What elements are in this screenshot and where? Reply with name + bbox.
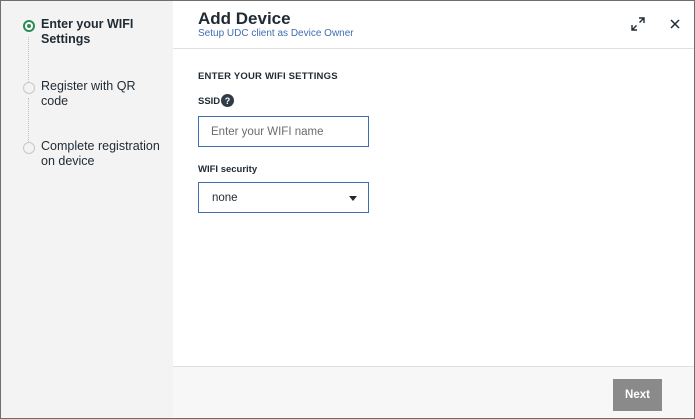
wifi-security-select[interactable]: none <box>198 182 369 213</box>
dialog-header: Add Device Setup UDC client as Device Ow… <box>173 1 694 49</box>
step-label: Complete registration on device <box>41 139 160 168</box>
step-connector <box>28 37 29 82</box>
caret-down-icon <box>349 196 357 201</box>
dialog-subtitle: Setup UDC client as Device Owner <box>198 28 354 39</box>
expand-icon <box>631 17 645 31</box>
pending-step-indicator-icon <box>23 82 35 94</box>
wifi-security-value: none <box>212 192 238 204</box>
wifi-security-label: WIFI security <box>198 164 258 175</box>
ssid-input[interactable] <box>198 116 369 147</box>
close-button[interactable] <box>666 15 684 33</box>
section-title: ENTER YOUR WIFI SETTINGS <box>198 71 338 82</box>
add-device-dialog: Enter your WIFI Settings Register with Q… <box>0 0 695 419</box>
help-icon[interactable]: ? <box>221 94 234 107</box>
stepper-panel: Enter your WIFI Settings Register with Q… <box>1 1 173 418</box>
dialog-title: Add Device <box>198 9 291 28</box>
step-label: Enter your WIFI Settings <box>41 17 134 46</box>
close-icon <box>670 19 680 29</box>
dialog-footer: Next <box>173 366 694 418</box>
step-label: Register with QR code <box>41 79 136 108</box>
active-step-indicator-icon <box>23 20 35 32</box>
expand-button[interactable] <box>629 15 647 33</box>
next-button[interactable]: Next <box>613 379 662 411</box>
step-connector <box>28 98 29 144</box>
pending-step-indicator-icon <box>23 142 35 154</box>
ssid-label: SSID <box>198 96 221 107</box>
